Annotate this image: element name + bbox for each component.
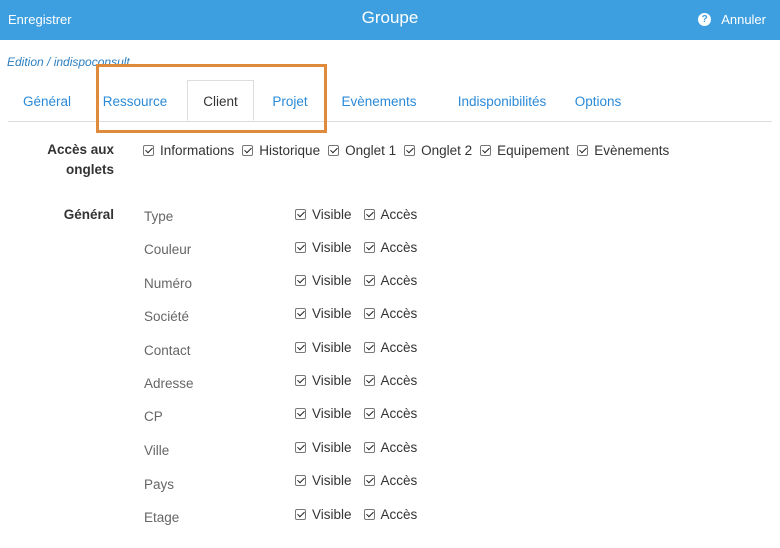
header-bar: Enregistrer Groupe ? Annuler <box>0 0 780 40</box>
cancel-label: Annuler <box>721 12 766 27</box>
access-option-onglet-1[interactable]: Onglet 1 <box>328 143 396 158</box>
access-option-onglet-2[interactable]: Onglet 2 <box>404 143 472 158</box>
breadcrumb[interactable]: Edition / indispoconsult <box>7 55 130 69</box>
tab-client[interactable]: Client <box>187 80 254 121</box>
general-section-label: Général <box>63 207 114 222</box>
checkbox[interactable] <box>295 275 306 286</box>
access-tabs-options: Informations Historique Onglet 1 Onglet … <box>143 141 677 159</box>
checkbox[interactable] <box>295 209 306 220</box>
visible-checkbox[interactable]: Visible <box>295 240 352 255</box>
checkbox[interactable] <box>363 275 375 286</box>
checkbox[interactable] <box>295 375 306 386</box>
field-label-pays: Pays <box>144 477 175 492</box>
field-options-contact: Visible Accès <box>295 340 429 355</box>
visible-checkbox[interactable]: Visible <box>295 440 352 455</box>
field-options-societe: Visible Accès <box>295 306 429 321</box>
field-label-couleur: Couleur <box>144 242 192 257</box>
visible-checkbox[interactable]: Visible <box>295 507 352 522</box>
access-checkbox[interactable]: Accès <box>363 207 417 222</box>
access-checkbox[interactable]: Accès <box>363 507 417 522</box>
tab-bar: Général Ressource Client Projet Evènemen… <box>0 80 772 122</box>
field-label-adresse: Adresse <box>144 376 194 391</box>
checkbox[interactable] <box>295 509 306 520</box>
access-option-equipement[interactable]: Equipement <box>480 143 569 158</box>
tab-options[interactable]: Options <box>566 80 630 121</box>
checkbox[interactable] <box>363 442 375 453</box>
checkbox[interactable] <box>295 475 306 486</box>
access-tabs-label: Accès aux onglets <box>47 142 114 177</box>
field-label-numero: Numéro <box>144 276 193 291</box>
field-options-etage: Visible Accès <box>295 507 429 522</box>
field-label-type: Type <box>144 209 174 224</box>
visible-checkbox[interactable]: Visible <box>295 306 352 321</box>
field-options-ville: Visible Accès <box>295 440 429 455</box>
access-checkbox[interactable]: Accès <box>363 340 417 355</box>
visible-checkbox[interactable]: Visible <box>295 373 352 388</box>
tab-projet[interactable]: Projet <box>258 80 322 121</box>
access-checkbox[interactable]: Accès <box>363 406 417 421</box>
tab-indisponibilites[interactable]: Indisponibilités <box>440 80 564 121</box>
access-checkbox[interactable]: Accès <box>363 240 417 255</box>
field-label-etage: Etage <box>144 510 180 525</box>
visible-checkbox[interactable]: Visible <box>295 340 352 355</box>
checkbox[interactable] <box>363 475 375 486</box>
field-options-adresse: Visible Accès <box>295 373 429 388</box>
visible-checkbox[interactable]: Visible <box>295 406 352 421</box>
field-label-ville: Ville <box>144 443 170 458</box>
checkbox[interactable] <box>363 342 375 353</box>
checkbox[interactable] <box>404 144 416 156</box>
visible-checkbox[interactable]: Visible <box>295 473 352 488</box>
field-options-pays: Visible Accès <box>295 473 429 488</box>
checkbox[interactable] <box>363 408 375 419</box>
tab-divider <box>8 121 772 122</box>
checkbox[interactable] <box>577 144 589 156</box>
checkbox[interactable] <box>242 144 254 156</box>
field-options-numero: Visible Accès <box>295 273 429 288</box>
tab-evenements[interactable]: Evènements <box>328 80 430 121</box>
visible-checkbox[interactable]: Visible <box>295 207 352 222</box>
access-checkbox[interactable]: Accès <box>363 373 417 388</box>
checkbox[interactable] <box>363 509 375 520</box>
checkbox[interactable] <box>295 408 306 419</box>
access-checkbox[interactable]: Accès <box>363 306 417 321</box>
tab-general[interactable]: Général <box>8 80 86 121</box>
help-icon[interactable]: ? <box>698 13 712 26</box>
checkbox[interactable] <box>480 144 492 156</box>
access-option-historique[interactable]: Historique <box>242 143 320 158</box>
checkbox[interactable] <box>295 308 306 319</box>
page-title: Groupe <box>361 8 419 27</box>
checkbox[interactable] <box>295 342 306 353</box>
field-label-cp: CP <box>144 409 163 424</box>
checkbox[interactable] <box>328 144 340 156</box>
access-checkbox[interactable]: Accès <box>363 273 417 288</box>
field-label-societe: Société <box>144 309 190 324</box>
checkbox[interactable] <box>295 442 306 453</box>
save-button[interactable]: Enregistrer <box>8 12 72 27</box>
checkbox[interactable] <box>363 308 375 319</box>
field-label-contact: Contact <box>144 343 191 358</box>
checkbox[interactable] <box>363 242 375 253</box>
tab-ressource[interactable]: Ressource <box>88 80 182 121</box>
checkbox[interactable] <box>295 242 306 253</box>
cancel-button[interactable]: ? Annuler <box>698 12 766 27</box>
access-option-evenements[interactable]: Evènements <box>577 143 669 158</box>
field-options-type: Visible Accès <box>295 207 429 222</box>
access-option-informations[interactable]: Informations <box>143 143 234 158</box>
access-checkbox[interactable]: Accès <box>363 473 417 488</box>
checkbox[interactable] <box>363 209 375 220</box>
visible-checkbox[interactable]: Visible <box>295 273 352 288</box>
checkbox[interactable] <box>143 144 154 156</box>
field-options-cp: Visible Accès <box>295 406 429 421</box>
access-checkbox[interactable]: Accès <box>363 440 417 455</box>
field-options-couleur: Visible Accès <box>295 240 429 255</box>
checkbox[interactable] <box>363 375 375 386</box>
